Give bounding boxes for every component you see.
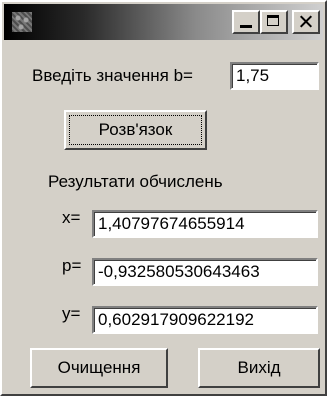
app-icon[interactable] bbox=[12, 12, 32, 32]
results-heading: Результати обчислень bbox=[48, 172, 223, 191]
x-result-field[interactable] bbox=[92, 210, 318, 238]
title-bar[interactable] bbox=[4, 4, 323, 40]
clear-button[interactable]: Очищення bbox=[30, 348, 168, 388]
p-label: p= bbox=[62, 256, 82, 275]
app-window: Введіть значення b= Розв'язок Результати… bbox=[0, 0, 327, 396]
close-button[interactable] bbox=[292, 10, 320, 34]
exit-button[interactable]: Вихід bbox=[198, 348, 320, 388]
x-label: x= bbox=[62, 208, 81, 227]
y-result-field[interactable] bbox=[92, 306, 318, 334]
y-label: y= bbox=[62, 304, 81, 323]
solve-button[interactable]: Розв'язок bbox=[64, 110, 207, 150]
minimize-button[interactable] bbox=[232, 10, 260, 34]
solve-button-label: Розв'язок bbox=[98, 120, 173, 139]
b-value-label: Введіть значення b= bbox=[32, 66, 193, 85]
b-value-input[interactable] bbox=[230, 62, 319, 90]
p-result-field[interactable] bbox=[92, 258, 318, 286]
maximize-button[interactable] bbox=[260, 10, 288, 34]
